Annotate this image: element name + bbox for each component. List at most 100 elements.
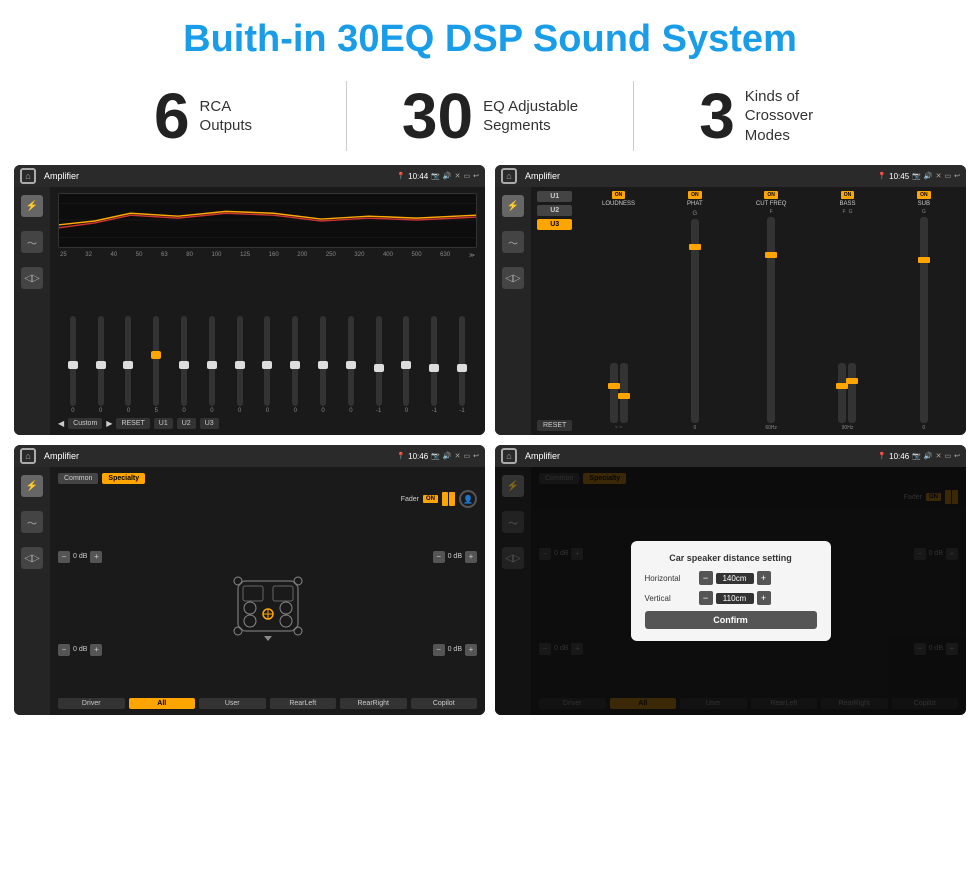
sidebar-wave-icon-2[interactable]: 〜 — [502, 231, 524, 253]
home-icon-4[interactable] — [501, 448, 517, 464]
home-icon-1[interactable] — [20, 168, 36, 184]
screen-title-3: Amplifier — [44, 451, 392, 461]
home-icon-2[interactable] — [501, 168, 517, 184]
cutfreq-slider[interactable] — [767, 217, 775, 423]
user-btn[interactable]: User — [199, 698, 266, 709]
horizontal-minus[interactable]: − — [699, 571, 713, 585]
rl-plus[interactable]: + — [90, 644, 102, 656]
fader-left: − 0 dB + − 0 dB + — [58, 512, 102, 694]
fl-plus[interactable]: + — [90, 551, 102, 563]
rl-minus[interactable]: − — [58, 644, 70, 656]
status-bar-4: Amplifier 📍 10:46 📷🔊✕▭↩ — [495, 445, 966, 467]
sidebar-eq-icon-3[interactable]: ⚡ — [21, 475, 43, 497]
fader-on-toggle[interactable]: ON — [423, 495, 438, 503]
home-icon-3[interactable] — [20, 448, 36, 464]
bass-on[interactable]: ON — [841, 191, 855, 199]
preset-u1[interactable]: U1 — [537, 191, 572, 202]
screen-content-3: ⚡ 〜 ◁▷ Common Specialty Fader ON — [14, 467, 485, 715]
fl-minus[interactable]: − — [58, 551, 70, 563]
fader-db-rl: − 0 dB + — [58, 644, 102, 656]
status-icons-2: 📍 10:45 📷🔊✕▭↩ — [877, 172, 960, 181]
screen-content-2: ⚡ 〜 ◁▷ U1 U2 U3 RESET ON L — [495, 187, 966, 435]
eq-slider-2: 0 — [116, 316, 142, 414]
sidebar-speaker-icon-3[interactable]: ◁▷ — [21, 547, 43, 569]
driver-btn[interactable]: Driver — [58, 698, 125, 709]
status-icons-3: 📍 10:46 📷🔊✕▭↩ — [396, 452, 479, 461]
sub-slider[interactable] — [920, 217, 928, 423]
sidebar-speaker-icon-2[interactable]: ◁▷ — [502, 267, 524, 289]
loudness-on[interactable]: ON — [612, 191, 626, 199]
screens-grid: Amplifier 📍 10:44 📷🔊✕▭↩ ⚡ 〜 ◁▷ — [0, 165, 980, 725]
sidebar-eq-icon-2[interactable]: ⚡ — [502, 195, 524, 217]
phat-slider[interactable] — [691, 219, 699, 423]
next-button[interactable]: ▶ — [106, 419, 112, 428]
reset-button[interactable]: RESET — [116, 418, 149, 429]
bass-slider-g[interactable] — [848, 363, 856, 423]
fr-minus[interactable]: − — [433, 551, 445, 563]
sidebar-wave-icon-3[interactable]: 〜 — [21, 511, 43, 533]
stat-rca: 6 RCAOutputs — [60, 84, 346, 148]
cutfreq-on[interactable]: ON — [764, 191, 778, 199]
fader-body: − 0 dB + − 0 dB + — [58, 512, 477, 694]
status-bar-1: Amplifier 📍 10:44 📷🔊✕▭↩ — [14, 165, 485, 187]
phat-label: PHAT — [687, 201, 703, 207]
loudness-slider-2[interactable] — [620, 363, 628, 423]
loudness-label: LOUDNESS — [602, 201, 635, 207]
vertical-plus[interactable]: + — [757, 591, 771, 605]
status-time-4: 10:46 — [889, 452, 909, 461]
amp-presets: U1 U2 U3 RESET — [537, 191, 572, 431]
preset-u2[interactable]: U2 — [537, 205, 572, 216]
fader-footer: Driver All User RearLeft RearRight Copil… — [58, 698, 477, 709]
stat-crossover: 3 Kinds ofCrossover Modes — [634, 84, 920, 148]
status-icons-1: 📍 10:44 📷🔊✕▭↩ — [396, 172, 479, 181]
status-bar-2: Amplifier 📍 10:45 📷🔊✕▭↩ — [495, 165, 966, 187]
eq-freq-labels: 253240506380100125160200250320400500630≫ — [58, 252, 477, 259]
rearleft-btn[interactable]: RearLeft — [270, 698, 337, 709]
vertical-row: Vertical − 110cm + — [645, 591, 817, 605]
tab-common[interactable]: Common — [58, 473, 98, 484]
confirm-button[interactable]: Confirm — [645, 611, 817, 629]
screen-content-1: ⚡ 〜 ◁▷ — [14, 187, 485, 435]
rr-plus[interactable]: + — [465, 644, 477, 656]
sub-on[interactable]: ON — [917, 191, 931, 199]
eq-slider-14: -1 — [449, 316, 475, 414]
eq-slider-6: 0 — [227, 316, 253, 414]
status-bar-3: Amplifier 📍 10:46 📷🔊✕▭↩ — [14, 445, 485, 467]
amp-phat: ON PHAT G 0 — [659, 191, 731, 431]
vertical-minus[interactable]: − — [699, 591, 713, 605]
tab-specialty[interactable]: Specialty — [102, 473, 145, 484]
copilot-btn[interactable]: Copilot — [411, 698, 478, 709]
stat-eq-label: EQ AdjustableSegments — [483, 97, 578, 136]
sidebar-eq-icon[interactable]: ⚡ — [21, 195, 43, 217]
fader-db-fl: − 0 dB + — [58, 551, 102, 563]
horizontal-control: − 140cm + — [699, 571, 771, 585]
preset-u3[interactable]: U3 — [537, 219, 572, 230]
dialog-overlay: Car speaker distance setting Horizontal … — [495, 467, 966, 715]
bass-slider-f[interactable] — [838, 363, 846, 423]
vertical-control: − 110cm + — [699, 591, 771, 605]
sidebar-wave-icon[interactable]: 〜 — [21, 231, 43, 253]
loudness-slider[interactable] — [610, 363, 618, 423]
rearright-btn[interactable]: RearRight — [340, 698, 407, 709]
eq-graph — [58, 193, 477, 248]
sidebar-speaker-icon[interactable]: ◁▷ — [21, 267, 43, 289]
stat-crossover-number: 3 — [699, 84, 735, 148]
bass-label: BASS — [839, 201, 855, 207]
eq-slider-1: 0 — [88, 316, 114, 414]
horizontal-plus[interactable]: + — [757, 571, 771, 585]
u3-button[interactable]: U3 — [200, 418, 219, 429]
fader-right: − 0 dB + − 0 dB + — [433, 512, 477, 694]
eq-slider-0: 0 — [60, 316, 86, 414]
horizontal-row: Horizontal − 140cm + — [645, 571, 817, 585]
rr-minus[interactable]: − — [433, 644, 445, 656]
u1-button[interactable]: U1 — [154, 418, 173, 429]
prev-button[interactable]: ◀ — [58, 419, 64, 428]
vertical-value: 110cm — [716, 593, 754, 604]
u2-button[interactable]: U2 — [177, 418, 196, 429]
phat-on[interactable]: ON — [688, 191, 702, 199]
fr-plus[interactable]: + — [465, 551, 477, 563]
sidebar-3: ⚡ 〜 ◁▷ — [14, 467, 50, 715]
status-time-3: 10:46 — [408, 452, 428, 461]
amp-reset-btn[interactable]: RESET — [537, 420, 572, 431]
all-btn[interactable]: All — [129, 698, 196, 709]
